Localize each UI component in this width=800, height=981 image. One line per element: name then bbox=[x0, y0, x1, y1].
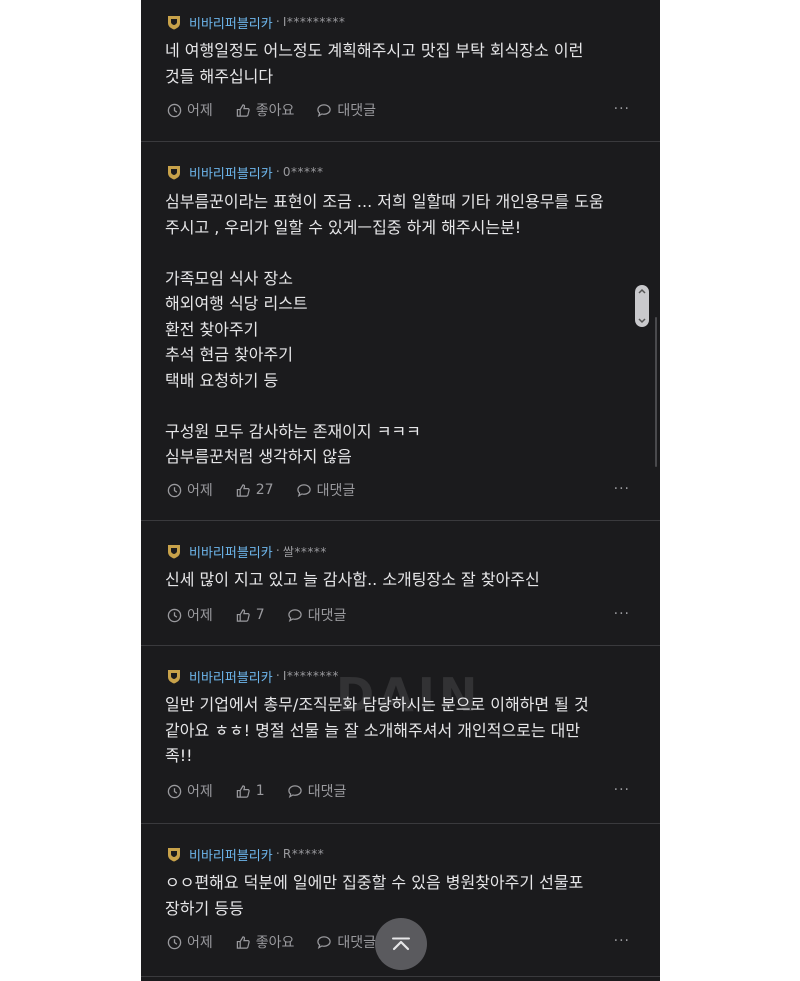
more-options-icon[interactable]: ··· bbox=[614, 933, 630, 949]
thumbs-up-icon bbox=[236, 483, 250, 497]
comment-actions: 어제 7 대댓글 bbox=[167, 605, 368, 625]
comment-actions: 어제 좋아요 대댓글 bbox=[167, 932, 398, 952]
author-name: R***** bbox=[282, 847, 325, 861]
chevron-up-icon bbox=[392, 937, 410, 951]
thumbs-up-icon bbox=[236, 784, 250, 798]
company-name[interactable]: 비바리퍼블리카 bbox=[189, 13, 273, 32]
speech-bubble-icon bbox=[296, 483, 311, 497]
like-button[interactable]: 좋아요 bbox=[235, 100, 295, 120]
comment-meta: 비바리퍼블리카 · 쌀***** bbox=[167, 541, 327, 561]
time-label: 어제 bbox=[187, 784, 213, 800]
speech-bubble-icon bbox=[287, 608, 302, 622]
company-badge-icon bbox=[168, 544, 180, 558]
reply-button[interactable]: 대댓글 bbox=[287, 781, 347, 801]
clock-icon bbox=[167, 483, 182, 497]
separator-dot: · bbox=[275, 14, 280, 30]
company-name[interactable]: 비바리퍼블리카 bbox=[189, 667, 273, 686]
separator-dot: · bbox=[275, 668, 280, 684]
time-label: 어제 bbox=[187, 608, 213, 624]
comment-actions: 어제 좋아요 대댓글 bbox=[167, 100, 398, 120]
more-options-icon[interactable]: ··· bbox=[614, 481, 630, 497]
reply-button[interactable]: 대댓글 bbox=[287, 605, 347, 625]
reply-label: 대댓글 bbox=[337, 103, 377, 119]
author-name: I******** bbox=[282, 669, 339, 683]
timestamp: 어제 bbox=[167, 932, 213, 952]
company-badge-icon bbox=[168, 847, 180, 861]
reply-label: 대댓글 bbox=[307, 608, 347, 624]
company-name[interactable]: 비바리퍼블리카 bbox=[189, 163, 273, 182]
like-label: 좋아요 bbox=[255, 103, 295, 119]
comment-text: 신세 많이 지고 있고 늘 감사함.. 소개팅장소 잘 찾아주신 bbox=[165, 570, 540, 589]
divider bbox=[141, 976, 660, 977]
more-options-icon[interactable]: ··· bbox=[614, 101, 630, 117]
clock-icon bbox=[167, 608, 182, 622]
time-label: 어제 bbox=[187, 935, 213, 951]
company-name[interactable]: 비바리퍼블리카 bbox=[189, 845, 273, 864]
like-count: 27 bbox=[255, 482, 274, 498]
reply-label: 대댓글 bbox=[307, 784, 347, 800]
author-name: 쌀***** bbox=[282, 544, 327, 559]
timestamp: 어제 bbox=[167, 781, 213, 801]
reply-label: 대댓글 bbox=[316, 483, 356, 499]
clock-icon bbox=[167, 103, 182, 117]
comment-item: 비바리퍼블리카 · 0***** 심부름꾼이라는 표현이 조금 ... 저희 일… bbox=[141, 142, 660, 520]
reply-button[interactable]: 대댓글 bbox=[316, 100, 376, 120]
like-count: 7 bbox=[255, 607, 265, 623]
chevron-down-icon bbox=[638, 318, 646, 324]
reply-label: 대댓글 bbox=[337, 935, 377, 951]
comment-meta: 비바리퍼블리카 · 0***** bbox=[167, 162, 324, 182]
company-badge-icon bbox=[168, 669, 180, 683]
scrollbar-track bbox=[655, 317, 657, 467]
more-options-icon[interactable]: ··· bbox=[614, 782, 630, 798]
company-badge-icon bbox=[168, 165, 180, 179]
comment-meta: 비바리퍼블리카 · R***** bbox=[167, 844, 324, 864]
company-badge-icon bbox=[168, 15, 180, 29]
speech-bubble-icon bbox=[287, 784, 302, 798]
comment-item: 비바리퍼블리카 · I********* 네 여행일정도 어느정도 계획해주시고… bbox=[141, 0, 660, 142]
speech-bubble-icon bbox=[317, 935, 332, 949]
comments-panel: 비바리퍼블리카 · I********* 네 여행일정도 어느정도 계획해주시고… bbox=[141, 0, 660, 981]
separator-dot: · bbox=[275, 846, 280, 862]
separator-dot: · bbox=[275, 164, 280, 180]
author-name: 0***** bbox=[282, 165, 324, 179]
company-name[interactable]: 비바리퍼블리카 bbox=[189, 542, 273, 561]
clock-icon bbox=[167, 935, 182, 949]
chevron-up-icon bbox=[638, 288, 646, 294]
like-label: 좋아요 bbox=[255, 935, 295, 951]
author-name: I********* bbox=[282, 15, 346, 29]
timestamp: 어제 bbox=[167, 100, 213, 120]
thumbs-up-icon bbox=[236, 103, 250, 117]
comment-item: 비바리퍼블리카 · 쌀***** 신세 많이 지고 있고 늘 감사함.. 소개팅… bbox=[141, 521, 660, 645]
time-label: 어제 bbox=[187, 483, 213, 499]
comment-meta: 비바리퍼블리카 · I******** bbox=[167, 666, 339, 686]
comment-actions: 어제 1 대댓글 bbox=[167, 781, 368, 801]
reply-button[interactable]: 대댓글 bbox=[316, 932, 376, 952]
timestamp: 어제 bbox=[167, 605, 213, 625]
fast-scroll-handle[interactable] bbox=[635, 285, 649, 327]
like-button[interactable]: 좋아요 bbox=[235, 932, 295, 952]
comment-text: 네 여행일정도 어느정도 계획해주시고 맛집 부탁 회식장소 이런 것들 해주십… bbox=[165, 41, 584, 86]
comment-meta: 비바리퍼블리카 · I********* bbox=[167, 12, 345, 32]
more-options-icon[interactable]: ··· bbox=[614, 606, 630, 622]
like-button[interactable]: 7 bbox=[235, 607, 265, 623]
like-count: 1 bbox=[255, 783, 265, 799]
thumbs-up-icon bbox=[236, 608, 250, 622]
clock-icon bbox=[167, 784, 182, 798]
separator-dot: · bbox=[275, 543, 280, 559]
timestamp: 어제 bbox=[167, 480, 213, 500]
comment-text: 심부름꾼이라는 표현이 조금 ... 저희 일할때 기타 개인용무를 도움 주시… bbox=[165, 192, 604, 466]
scroll-to-top-button[interactable] bbox=[375, 918, 427, 970]
comment-actions: 어제 27 대댓글 bbox=[167, 480, 377, 500]
comment-item: 비바리퍼블리카 · I******** 일반 기업에서 총무/조직문화 담당하시… bbox=[141, 646, 660, 823]
thumbs-up-icon bbox=[236, 935, 250, 949]
comment-text: 일반 기업에서 총무/조직문화 담당하시는 분으로 이해하면 될 것 같아요 ㅎ… bbox=[165, 695, 589, 765]
reply-button[interactable]: 대댓글 bbox=[296, 480, 356, 500]
speech-bubble-icon bbox=[317, 103, 332, 117]
like-button[interactable]: 27 bbox=[235, 482, 274, 498]
time-label: 어제 bbox=[187, 103, 213, 119]
comment-text: ㅇㅇ편해요 덕분에 일에만 집중할 수 있음 병원찾아주기 선물포 장하기 등등 bbox=[165, 873, 584, 918]
like-button[interactable]: 1 bbox=[235, 783, 265, 799]
